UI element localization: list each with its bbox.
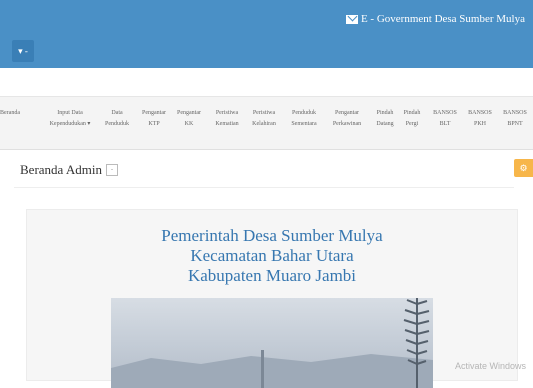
header-divider (14, 187, 514, 188)
welcome-card: Pemerintah Desa Sumber Mulya Kecamatan B… (26, 209, 518, 388)
page-title: Beranda Admin (20, 162, 102, 177)
menu-item-pengantar-ktp[interactable]: Pengantar KTP (142, 108, 166, 130)
menu-item-penduduk-sementara[interactable]: Penduduk Sementara (291, 108, 316, 130)
brand-title-text: E - Government Desa Sumber Mulya (360, 13, 525, 25)
menu-item-pengantar-perkawinan[interactable]: Pengantar Perkawinan (333, 108, 361, 130)
village-photo (111, 298, 433, 388)
activate-windows-watermark: Activate Windows (455, 361, 527, 371)
menu-item-bansos-bpnt[interactable]: BANSOS BPNT (503, 108, 527, 130)
collapse-button[interactable]: - (105, 164, 118, 176)
menu-item-bansos-pkh[interactable]: BANSOS PKH (468, 108, 492, 130)
village-photo-art (111, 298, 433, 388)
main-menu: Beranda Input Data Kependudukan ▾ Data Pen… (0, 108, 533, 142)
card-title-line2: Kecamatan Bahar Utara (190, 246, 354, 265)
gear-icon[interactable]: ⚙ (514, 159, 533, 177)
menu-item-pindah-pergi[interactable]: Pindah Pergi (404, 108, 421, 130)
menu-item-input-data-kependudukan[interactable]: Input Data Kependudukan ▾ (50, 108, 91, 130)
photo-pole (261, 350, 264, 388)
photo-hills (111, 354, 433, 388)
main-menu-bar: Beranda Input Data Kependudukan ▾ Data Pen… (0, 96, 533, 150)
page-header: Beranda Admin - (20, 162, 118, 178)
menu-item-pengantar-kk[interactable]: Pengantar KK (177, 108, 201, 130)
menu-item-bansos-blt[interactable]: BANSOS BLT (433, 108, 457, 130)
menu-toggle-button[interactable]: ▾ - (12, 40, 34, 62)
card-title-line3: Kabupaten Muaro Jambi (187, 266, 357, 285)
menu-item-peristiwa-kematian[interactable]: Peristiwa Kematian (215, 108, 238, 130)
brand-title[interactable]: E - Government Desa Sumber Mulya (345, 13, 525, 25)
menu-item-beranda[interactable]: Beranda (0, 108, 20, 119)
menu-item-peristiwa-kelahiran[interactable]: Peristiwa Kelahiran (252, 108, 276, 130)
card-title-line1: Pemerintah Desa Sumber Mulya (161, 226, 383, 245)
envelope-icon (345, 14, 358, 24)
top-navbar: E - Government Desa Sumber Mulya ▾ - (0, 0, 533, 68)
menu-item-pindah-datang[interactable]: Pindah Datang (376, 108, 393, 130)
menu-item-data-penduduk[interactable]: Data Penduduk (105, 108, 129, 130)
